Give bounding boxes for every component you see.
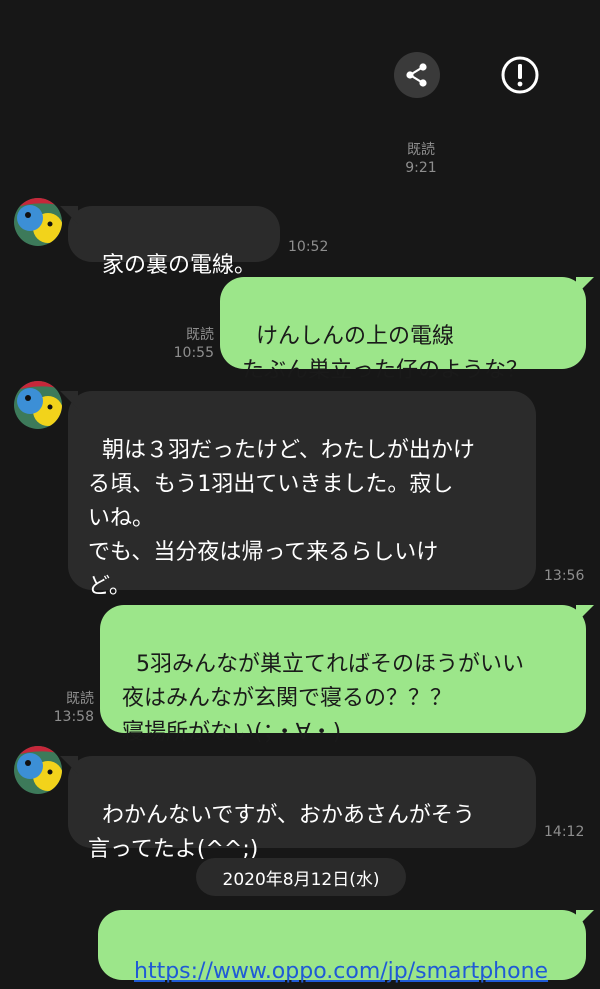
message-bubble[interactable]: けんしんの上の電線 たぶん巣立った仔のような？ [220,277,594,383]
message-link[interactable]: https://www.oppo.com/jp/smartphone [134,959,548,984]
read-label: 既読 [186,327,214,343]
message-text: わかんないですが、おかあさんがそう 言ってたよ(^^;) [88,803,475,862]
message-time: 13:56 [544,568,585,584]
message-time: 10:52 [288,239,329,255]
message-meta: 14:12 [544,823,594,841]
message-bubble[interactable]: 朝は３羽だったけど、わたしが出かけ る頃、もう1羽出ていきました。寂し いね。 … [60,391,536,599]
message-text: 家の裏の電線。 [102,253,257,278]
message-meta: 既読 13:58 [40,690,94,726]
message-time: 14:12 [544,824,585,840]
date-separator: 2020年8月12日(水) [196,858,406,896]
message-meta: 13:56 [544,567,594,585]
message-bubble[interactable]: 5羽みんなが巣立てればそのほうがいい 夜はみんなが玄関で寝るの？？？ 寝場所がな… [100,605,594,745]
message-bubble[interactable]: https://www.oppo.com/jp/smartphone [98,910,594,984]
avatar[interactable] [14,381,62,429]
read-label: 既読 [66,691,94,707]
avatar[interactable] [14,746,62,794]
bird-avatar-icon [14,198,62,246]
alert-circle-icon [501,56,539,94]
message-time: 13:58 [53,709,94,725]
message-time: 9:21 [405,160,437,176]
read-label: 既読 [407,142,435,158]
bird-avatar-icon [14,746,62,794]
bird-avatar-icon [14,381,62,429]
message-time: 10:55 [173,345,214,361]
message-text: 朝は３羽だったけど、わたしが出かけ る頃、もう1羽出ていきました。寂し いね。 … [88,438,475,599]
share-icon [406,63,427,87]
message-meta: 10:52 [288,238,338,256]
message-bubble[interactable]: わかんないですが、おかあさんがそう 言ってたよ(^^;) [60,756,536,862]
read-receipt: 既読 9:21 [396,141,446,177]
message-bubble[interactable]: 家の裏の電線。 [60,206,280,278]
message-meta: 既読 10:55 [160,326,214,362]
share-button[interactable] [394,52,440,98]
avatar[interactable] [14,198,62,246]
message-text: 5羽みんなが巣立てればそのほうがいい 夜はみんなが玄関で寝るの？？？ 寝場所がな… [122,652,524,745]
report-button[interactable] [497,52,543,98]
message-text: けんしんの上の電線 たぶん巣立った仔のような？ [242,324,529,383]
